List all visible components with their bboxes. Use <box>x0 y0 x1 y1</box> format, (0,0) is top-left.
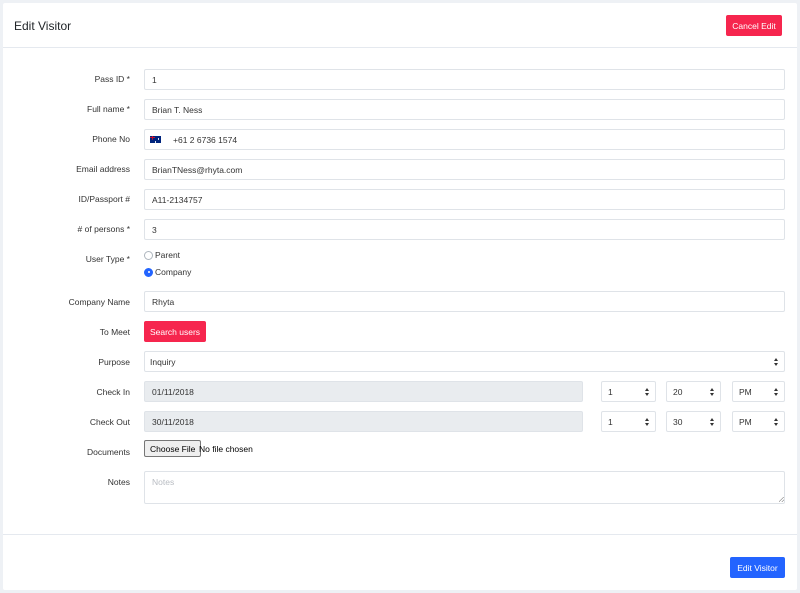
page-title: Edit Visitor <box>14 19 72 33</box>
check-in-minute-value: 20 <box>673 386 683 397</box>
edit-visitor-submit-button[interactable]: Edit Visitor <box>730 557 785 578</box>
check-out-hour-select[interactable]: 1 <box>601 411 656 432</box>
pass-id-label: Pass ID * <box>94 74 130 84</box>
persons-label: # of persons * <box>77 224 130 234</box>
edit-visitor-card: Edit Visitor Cancel Edit Pass ID * 1 Ful… <box>3 3 797 590</box>
check-in-minute-select[interactable]: 20 <box>666 381 721 402</box>
id-passport-label: ID/Passport # <box>78 194 131 204</box>
documents-label: Documents <box>87 447 130 457</box>
card-header: Edit Visitor Cancel Edit <box>3 3 797 48</box>
persons-input[interactable]: 3 <box>144 219 785 240</box>
notes-textarea[interactable] <box>144 471 785 504</box>
user-type-label: User Type * <box>85 254 130 264</box>
id-passport-input[interactable]: A11-2134757 <box>144 189 785 210</box>
check-in-hour-value: 1 <box>608 386 613 397</box>
check-out-date-value: 30/11/2018 <box>152 416 194 427</box>
check-in-date-value: 01/11/2018 <box>152 386 194 397</box>
check-out-label: Check Out <box>89 417 130 427</box>
purpose-value: Inquiry <box>150 356 176 367</box>
check-out-date-input[interactable]: 30/11/2018 <box>144 411 583 432</box>
check-out-ampm-value: PM <box>739 416 752 427</box>
choose-file-button[interactable]: Choose File <box>144 440 202 457</box>
check-in-ampm-arrow-icon <box>774 388 779 396</box>
check-out-hour-arrow-icon <box>645 418 650 426</box>
pass-id-input[interactable]: 1 <box>144 69 785 90</box>
radio-parent-circle[interactable] <box>144 250 153 260</box>
search-users-button[interactable]: Search users <box>144 321 206 342</box>
check-in-label: Check In <box>96 387 130 397</box>
full-name-value: Brian T. Ness <box>152 104 203 115</box>
radio-parent[interactable]: Parent <box>144 250 180 260</box>
to-meet-label: To Meet <box>99 327 130 337</box>
resize-handle-icon[interactable] <box>779 497 784 502</box>
australia-flag-icon[interactable] <box>150 136 161 143</box>
radio-parent-label: Parent <box>155 250 181 260</box>
check-out-minute-select[interactable]: 30 <box>666 411 721 432</box>
company-name-label: Company Name <box>68 297 130 307</box>
purpose-select-arrow-icon <box>774 358 779 366</box>
email-value: BrianTNess@rhyta.com <box>152 164 243 175</box>
check-in-ampm-select[interactable]: PM <box>732 381 785 402</box>
radio-company-label: Company <box>155 267 192 277</box>
company-name-input[interactable]: Rhyta <box>144 291 785 312</box>
company-name-value: Rhyta <box>152 296 175 307</box>
phone-value: +61 2 6736 1574 <box>173 134 238 145</box>
email-input[interactable]: BrianTNess@rhyta.com <box>144 159 785 180</box>
notes-label: Notes <box>107 477 130 487</box>
check-in-date-input[interactable]: 01/11/2018 <box>144 381 583 402</box>
phone-label: Phone No <box>92 134 130 144</box>
file-status-text: No file chosen <box>199 444 253 454</box>
radio-company[interactable]: Company <box>144 267 191 277</box>
purpose-select[interactable]: Inquiry <box>144 351 785 372</box>
pass-id-value: 1 <box>152 74 157 85</box>
radio-company-circle[interactable] <box>144 267 153 277</box>
check-out-hour-value: 1 <box>608 416 613 427</box>
check-in-minute-arrow-icon <box>710 388 715 396</box>
check-in-hour-arrow-icon <box>645 388 650 396</box>
email-label: Email address <box>76 164 130 174</box>
persons-value: 3 <box>152 224 157 235</box>
check-out-minute-value: 30 <box>673 416 683 427</box>
phone-input[interactable]: +61 2 6736 1574 <box>144 129 785 150</box>
check-in-hour-select[interactable]: 1 <box>601 381 656 402</box>
check-in-ampm-value: PM <box>739 386 752 397</box>
card-footer: Edit Visitor <box>3 534 797 590</box>
full-name-label: Full name * <box>87 104 130 114</box>
check-out-minute-arrow-icon <box>710 418 715 426</box>
id-passport-value: A11-2134757 <box>152 194 203 205</box>
purpose-label: Purpose <box>98 357 130 367</box>
cancel-edit-button[interactable]: Cancel Edit <box>726 15 782 36</box>
check-out-ampm-arrow-icon <box>774 418 779 426</box>
check-out-ampm-select[interactable]: PM <box>732 411 785 432</box>
full-name-input[interactable]: Brian T. Ness <box>144 99 785 120</box>
